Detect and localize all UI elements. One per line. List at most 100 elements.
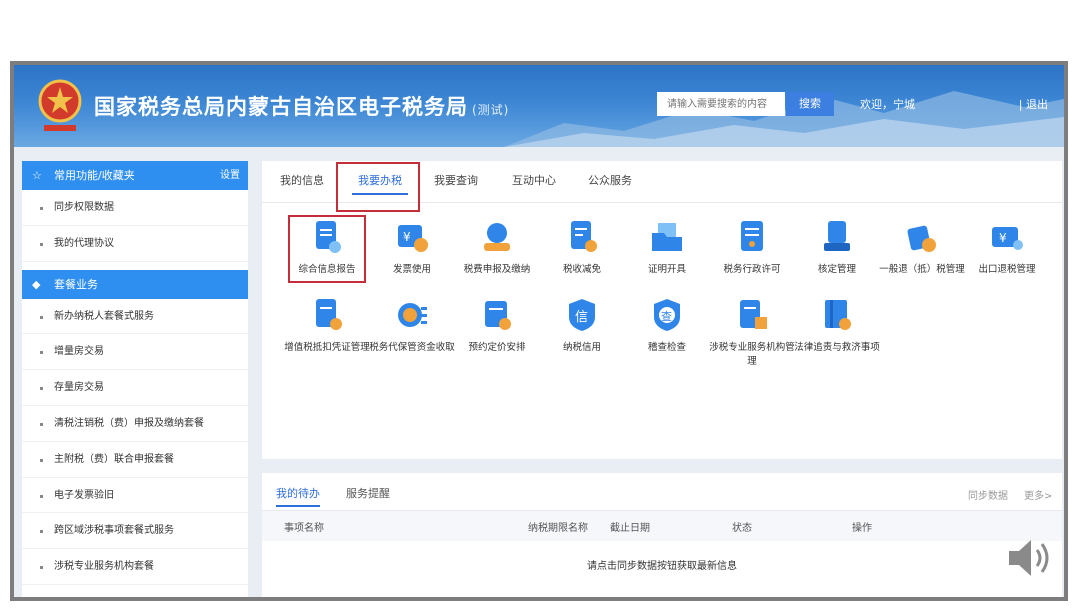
service-pricing-arrangement[interactable]: 预约定价安排 bbox=[454, 297, 540, 355]
sidebar-item-label: 跨区域涉税事项套餐式服务 bbox=[54, 525, 174, 537]
column-item-name: 事项名称 bbox=[284, 523, 324, 534]
todo-table-header: 事项名称 纳税期限名称 截止日期 状态 操作 bbox=[262, 511, 1062, 541]
service-certificate[interactable]: 证明开具 bbox=[624, 219, 710, 277]
service-label: 法律追责与救济事项 bbox=[794, 342, 880, 353]
tab-interaction[interactable]: 互动中心 bbox=[506, 161, 562, 203]
refund-card-icon bbox=[905, 219, 939, 255]
tab-service-reminder[interactable]: 服务提醒 bbox=[346, 485, 390, 501]
tab-my-todo[interactable]: 我的待办 bbox=[276, 485, 320, 507]
legal-book-icon bbox=[820, 297, 854, 333]
sidebar-item-label: 我的代理协议 bbox=[54, 237, 114, 249]
agency-management-icon bbox=[735, 297, 769, 333]
service-label: 一般退（抵）税管理 bbox=[879, 264, 965, 275]
todo-tab-bar: 我的待办 服务提醒 同步数据 更多> bbox=[262, 473, 1062, 511]
sidebar-item-agency-agreement[interactable]: 我的代理协议 bbox=[22, 226, 248, 262]
sidebar-item-label: 主附税（费）联合申报套餐 bbox=[54, 453, 174, 465]
highlight-service-box bbox=[288, 215, 366, 283]
sidebar-item-label: 清税注销税（费）申报及缴纳套餐 bbox=[54, 417, 204, 429]
favorites-header[interactable]: ☆ 常用功能/收藏夹 设置 bbox=[22, 161, 248, 190]
certificate-folder-icon bbox=[650, 219, 684, 255]
sidebar-item-cross-region[interactable]: 跨区域涉税事项套餐式服务 bbox=[22, 513, 248, 550]
service-tax-relief[interactable]: 税收减免 bbox=[539, 219, 625, 277]
todo-panel: 我的待办 服务提醒 同步数据 更多> 事项名称 纳税期限名称 截止日期 状态 操… bbox=[262, 473, 1062, 597]
site-title: 国家税务总局内蒙古自治区电子税务局 (测试) bbox=[94, 91, 509, 121]
sidebar-item-professional-agency[interactable]: 涉税专业服务机构套餐 bbox=[22, 549, 248, 585]
tab-public-service[interactable]: 公众服务 bbox=[582, 161, 638, 203]
service-label: 稽查检查 bbox=[647, 342, 686, 353]
vat-deduction-icon bbox=[310, 297, 344, 333]
sidebar-item-label: 增量房交易 bbox=[54, 346, 104, 358]
permit-icon bbox=[735, 219, 769, 255]
svg-text:¥: ¥ bbox=[999, 231, 1007, 245]
package-services-header[interactable]: ◆ 套餐业务 bbox=[22, 269, 248, 299]
speaker-icon[interactable] bbox=[1005, 535, 1057, 581]
sidebar-item-tax-cancellation[interactable]: 清税注销税（费）申报及缴纳套餐 bbox=[22, 406, 248, 442]
service-vat-deduction[interactable]: 增值税抵扣凭证管理 bbox=[284, 297, 370, 355]
service-label: 出口退税管理 bbox=[978, 264, 1036, 275]
service-label: 纳税信用 bbox=[562, 342, 601, 353]
service-label: 涉税专业服务机构管理 bbox=[709, 342, 795, 367]
sidebar-item-label: 新办纳税人套餐式服务 bbox=[54, 310, 154, 322]
service-agency-management[interactable]: 涉税专业服务机构管理 bbox=[709, 297, 795, 369]
settings-link[interactable]: 设置 bbox=[220, 161, 240, 190]
svg-text:¥: ¥ bbox=[403, 230, 411, 244]
search-button[interactable]: 搜索 bbox=[786, 92, 834, 116]
service-label: 税费申报及缴纳 bbox=[463, 264, 531, 275]
service-approval-management[interactable]: 核定管理 bbox=[794, 219, 880, 277]
service-label: 预约定价安排 bbox=[468, 342, 526, 353]
credit-icon: 信 bbox=[565, 297, 599, 333]
tab-my-info[interactable]: 我的信息 bbox=[274, 161, 330, 203]
tax-payment-icon bbox=[480, 219, 514, 255]
sync-data-link[interactable]: 同步数据 bbox=[968, 487, 1008, 502]
sidebar-item-incremental-housing[interactable]: 增量房交易 bbox=[22, 334, 248, 371]
package-services-title: 套餐业务 bbox=[54, 277, 98, 291]
service-legal-remedy[interactable]: 法律追责与救济事项 bbox=[794, 297, 880, 355]
sidebar: ☆ 常用功能/收藏夹 设置 同步权限数据 我的代理协议 ◆ 套餐业务 新办纳税人套餐… bbox=[22, 161, 248, 597]
inspection-glyph: 查 bbox=[661, 309, 672, 323]
tab-query[interactable]: 我要查询 bbox=[428, 161, 484, 203]
service-label: 税务行政许可 bbox=[723, 264, 781, 275]
approval-icon bbox=[820, 219, 854, 255]
sidebar-item-label: 存量房交易 bbox=[54, 382, 104, 394]
sidebar-item-label: 电子发票验旧 bbox=[54, 489, 114, 501]
service-inspection[interactable]: 查 稽查检查 bbox=[624, 297, 710, 355]
service-admin-permit[interactable]: 税务行政许可 bbox=[709, 219, 795, 277]
custody-funds-icon bbox=[395, 297, 429, 333]
service-custody-funds[interactable]: 税务代保管资金收取 bbox=[369, 297, 455, 355]
layers-icon: ◆ bbox=[32, 277, 41, 291]
pricing-arrangement-icon bbox=[480, 297, 514, 333]
sidebar-item-sync-permissions[interactable]: 同步权限数据 bbox=[22, 190, 248, 226]
column-tax-period: 纳税期限名称 bbox=[528, 523, 588, 534]
column-deadline: 截止日期 bbox=[610, 523, 650, 534]
tax-emblem-icon bbox=[38, 79, 82, 131]
column-status: 状态 bbox=[732, 523, 752, 534]
service-invoice-use[interactable]: ¥ 发票使用 bbox=[369, 219, 455, 277]
star-icon: ☆ bbox=[32, 169, 42, 182]
sidebar-item-joint-declaration[interactable]: 主附税（费）联合申报套餐 bbox=[22, 442, 248, 478]
service-tax-credit[interactable]: 信 纳税信用 bbox=[539, 297, 625, 355]
highlight-tab-box bbox=[336, 162, 420, 212]
favorites-title: 常用功能/收藏夹 bbox=[54, 169, 135, 182]
main-panel: 我的信息 我要办税 我要查询 互动中心 公众服务 综合信息报告 ¥ 发票使用 税… bbox=[262, 161, 1062, 459]
service-label: 发票使用 bbox=[392, 264, 431, 275]
sidebar-item-e-invoice[interactable]: 电子发票验旧 bbox=[22, 478, 248, 514]
service-general-refund[interactable]: 一般退（抵）税管理 bbox=[879, 219, 965, 277]
service-export-refund[interactable]: ¥ 出口退税管理 bbox=[964, 219, 1050, 277]
sidebar-item-existing-housing[interactable]: 存量房交易 bbox=[22, 370, 248, 406]
header-banner: 国家税务总局内蒙古自治区电子税务局 (测试) 搜索 欢迎，宁城 | 退出 bbox=[14, 65, 1064, 147]
service-label: 证明开具 bbox=[647, 264, 686, 275]
service-tax-declaration[interactable]: 税费申报及缴纳 bbox=[454, 219, 540, 277]
sidebar-item-new-taxpayer[interactable]: 新办纳税人套餐式服务 bbox=[22, 299, 248, 335]
service-label: 税务代保管资金收取 bbox=[369, 342, 455, 353]
tax-relief-icon bbox=[565, 219, 599, 255]
more-link[interactable]: 更多> bbox=[1024, 487, 1052, 502]
site-title-suffix: (测试) bbox=[472, 103, 510, 117]
service-label: 增值税抵扣凭证管理 bbox=[284, 342, 370, 353]
logout-link[interactable]: | 退出 bbox=[1019, 96, 1048, 112]
column-action: 操作 bbox=[852, 523, 872, 534]
export-refund-icon: ¥ bbox=[990, 219, 1024, 255]
search-input[interactable] bbox=[657, 92, 785, 116]
service-label: 核定管理 bbox=[817, 264, 856, 275]
service-label: 税收减免 bbox=[562, 264, 601, 275]
sidebar-item-label: 涉税专业服务机构套餐 bbox=[54, 561, 154, 573]
